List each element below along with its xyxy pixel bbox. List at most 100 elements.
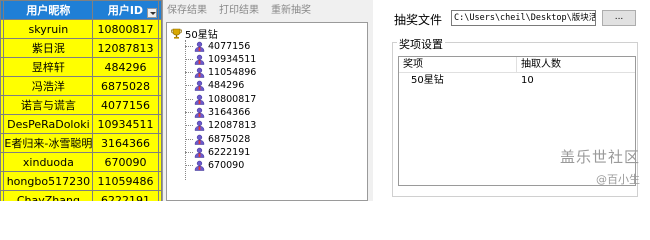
user-id-cell[interactable]: 12087813	[92, 38, 159, 58]
winner-id-label: 3164366	[208, 107, 251, 118]
prize-list-header: 奖项 抽取人数	[399, 57, 635, 73]
nickname-cell[interactable]: 冯浩洋	[3, 76, 94, 96]
winner-id-label: 11054896	[208, 67, 257, 79]
nickname-cell[interactable]: ChayZhang	[3, 190, 94, 201]
user-id-cell[interactable]: 670090	[92, 152, 159, 172]
prize-name: 50星钻	[411, 75, 444, 86]
avatar-icon	[194, 54, 205, 65]
avatar-icon	[194, 107, 205, 118]
result-tree[interactable]: 50星钻 4077156 10934511 11054896 484296 108008…	[166, 22, 368, 201]
tree-branch-line	[185, 125, 193, 127]
nickname-cell[interactable]: 昱梓轩	[3, 57, 94, 77]
nickname-cell[interactable]: 紫日泯	[3, 38, 94, 58]
column-draw-count[interactable]: 抽取人数	[517, 57, 561, 72]
tree-root-label: 50星钻	[185, 29, 218, 41]
nickname-cell[interactable]: 诺言与谎言	[3, 95, 94, 115]
file-path-field[interactable]: C:\Users\cheil\Desktop\版块活	[451, 10, 596, 26]
tree-item[interactable]: 3164366	[185, 107, 250, 119]
watermark-community: 盖乐世社区	[559, 148, 640, 166]
tree-branch-line	[185, 58, 193, 60]
tree-item[interactable]: 12087813	[185, 120, 256, 132]
tree-item[interactable]: 6875028	[185, 133, 250, 145]
avatar-icon	[194, 160, 205, 171]
redraw-button[interactable]: 重新抽奖	[271, 2, 311, 20]
user-id-cell[interactable]: 10934511	[92, 114, 159, 134]
avatar-icon	[194, 41, 205, 52]
tree-item[interactable]: 4077156	[185, 40, 250, 52]
user-id-cell[interactable]: 484296	[92, 57, 159, 77]
tree-branch-line	[185, 72, 193, 74]
table-row[interactable]: DesPeRaDoloki 10934511	[0, 114, 162, 134]
toolbar: 保存结果 打印结果 重新抽奖	[163, 2, 311, 20]
user-id-cell[interactable]: 4077156	[92, 95, 159, 115]
settings-panel: 抽奖文件 C:\Users\cheil\Desktop\版块活 ... 奖项设置…	[373, 0, 650, 201]
tree-root-node[interactable]: 50星钻	[171, 26, 218, 41]
save-results-button[interactable]: 保存结果	[167, 2, 207, 20]
winner-id-label: 4077156	[208, 40, 251, 52]
winner-id-label: 12087813	[208, 120, 257, 132]
tree-item[interactable]: 10934511	[185, 53, 256, 65]
tree-branch-line	[185, 165, 193, 167]
filter-dropdown-icon[interactable]	[146, 8, 157, 18]
tree-branch-line	[185, 45, 193, 47]
nickname-cell[interactable]: xinduoda	[3, 152, 94, 172]
table-row[interactable]: hongbo517230 11059486	[0, 171, 162, 191]
avatar-icon	[194, 67, 205, 78]
browse-button[interactable]: ...	[602, 10, 636, 26]
tree-item[interactable]: 11054896	[185, 67, 256, 79]
header-row: 用户昵称 用户ID	[0, 0, 162, 20]
lottery-file-label: 抽奖文件	[394, 13, 443, 27]
nickname-cell[interactable]: hongbo517230	[3, 171, 94, 191]
spreadsheet: 用户昵称 用户ID skyruin 10800817 紫日泯 12087813 昱梓…	[0, 0, 162, 201]
prize-settings-title: 奖项设置	[397, 36, 445, 52]
watermark-author: @百小生	[596, 173, 640, 186]
nickname-cell[interactable]: skyruin	[3, 19, 94, 39]
table-row[interactable]: 昱梓轩 484296	[0, 57, 162, 77]
winner-id-label: 6875028	[208, 133, 251, 145]
table-row[interactable]: ChayZhang 6222191	[0, 190, 162, 201]
header-nickname[interactable]: 用户昵称	[3, 0, 94, 20]
user-id-cell[interactable]: 6222191	[92, 190, 159, 201]
user-id-cell[interactable]: 6875028	[92, 76, 159, 96]
edge-cell	[157, 0, 162, 20]
header-user-id[interactable]: 用户ID	[92, 0, 159, 20]
tree-item[interactable]: 10800817	[185, 93, 256, 105]
avatar-icon	[194, 121, 205, 132]
avatar-icon	[194, 147, 205, 158]
winner-id-label: 670090	[208, 160, 245, 172]
user-id-cell[interactable]: 11059486	[92, 171, 159, 191]
avatar-icon	[194, 134, 205, 145]
table-row[interactable]: E者归来-冰雪聪明 3164366	[0, 133, 162, 153]
table-row[interactable]: xinduoda 670090	[0, 152, 162, 172]
user-table: 用户昵称 用户ID skyruin 10800817 紫日泯 12087813 昱梓…	[0, 0, 162, 201]
nickname-cell[interactable]: DesPeRaDoloki	[3, 114, 94, 134]
winner-id-label: 484296	[208, 80, 245, 92]
trophy-icon	[171, 28, 182, 39]
tree-item[interactable]: 484296	[185, 80, 244, 92]
avatar-icon	[194, 94, 205, 105]
winner-id-label: 6222191	[208, 146, 251, 158]
user-id-cell[interactable]: 10800817	[92, 19, 159, 39]
winner-id-label: 10800817	[208, 93, 257, 105]
tree-item[interactable]: 6222191	[185, 146, 250, 158]
print-results-button[interactable]: 打印结果	[219, 2, 259, 20]
tree-branch-line	[185, 138, 193, 140]
winner-id-label: 10934511	[208, 53, 257, 65]
list-item[interactable]: 50星钻 10	[399, 73, 635, 89]
tree-branch-line	[185, 151, 193, 153]
result-window: 保存结果 打印结果 重新抽奖 50星钻 4077156 10934511 11054…	[162, 0, 373, 201]
nickname-cell[interactable]: E者归来-冰雪聪明	[3, 133, 94, 153]
table-row[interactable]: 诺言与谎言 4077156	[0, 95, 162, 115]
watermark: 盖乐世社区 @百小生	[560, 146, 640, 187]
table-row[interactable]: 紫日泯 12087813	[0, 38, 162, 58]
user-id-cell[interactable]: 3164366	[92, 133, 159, 153]
tree-branch-line	[185, 98, 193, 100]
tree-branch-line	[185, 112, 193, 113]
tree-branch-line	[185, 85, 193, 87]
column-prize[interactable]: 奖项	[399, 57, 517, 72]
avatar-icon	[194, 81, 205, 92]
tree-item[interactable]: 670090	[185, 160, 244, 172]
table-row[interactable]: 冯浩洋 6875028	[0, 76, 162, 96]
draw-count: 10	[521, 75, 534, 86]
table-row[interactable]: skyruin 10800817	[0, 19, 162, 39]
